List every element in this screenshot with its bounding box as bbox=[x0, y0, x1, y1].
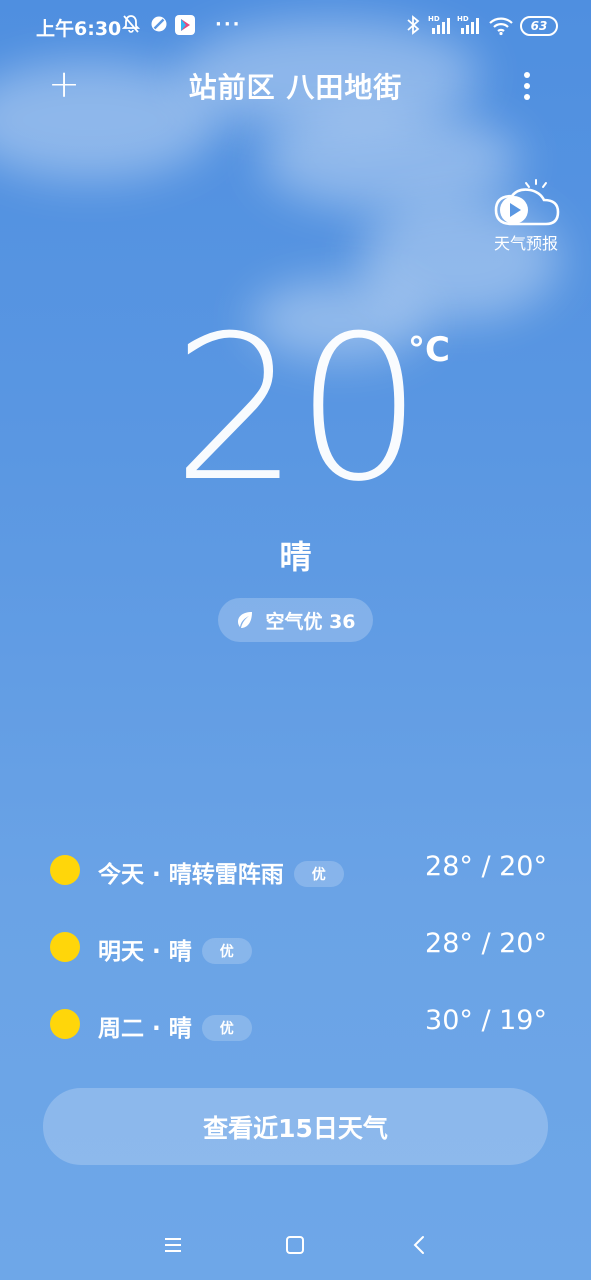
more-vertical-icon[interactable] bbox=[512, 68, 542, 104]
leaf-icon bbox=[238, 612, 253, 628]
sun-icon bbox=[50, 1009, 80, 1039]
mute-bell-icon bbox=[121, 14, 141, 39]
blocked-icon bbox=[150, 14, 168, 39]
forecast-aqi-badge: 优 bbox=[293, 861, 344, 887]
sun-icon bbox=[50, 855, 80, 885]
sun-icon bbox=[50, 932, 80, 962]
forecast-day-label: 明天 · 晴 bbox=[98, 939, 192, 965]
bluetooth-icon bbox=[406, 14, 420, 41]
forecast-day-label: 今天 · 晴转雷阵雨 bbox=[98, 862, 284, 888]
hd-signal-icon: HD bbox=[457, 14, 481, 41]
battery-icon: 63 bbox=[520, 16, 558, 36]
back-icon[interactable] bbox=[404, 1230, 434, 1260]
svg-text:HD: HD bbox=[457, 15, 469, 23]
weather-video-label: 天气预报 bbox=[493, 234, 558, 253]
air-quality-badge[interactable]: 空气优 36 bbox=[218, 598, 373, 642]
home-icon[interactable] bbox=[280, 1230, 310, 1260]
status-bar: 上午6:30 ··· HD HD 63 bbox=[0, 0, 591, 52]
forecast-day-label: 周二 · 晴 bbox=[98, 1016, 192, 1042]
menu-icon[interactable] bbox=[158, 1230, 188, 1260]
forecast-row-today[interactable]: 今天 · 晴转雷阵雨优 28° / 20° bbox=[0, 845, 591, 895]
play-store-icon bbox=[175, 14, 195, 41]
svg-text:HD: HD bbox=[428, 15, 440, 23]
forecast-aqi-badge: 优 bbox=[201, 1015, 252, 1041]
forecast-row-tomorrow[interactable]: 明天 · 晴优 28° / 20° bbox=[0, 922, 591, 972]
air-quality-text: 空气优 36 bbox=[265, 610, 356, 633]
system-navigation-bar bbox=[0, 1210, 591, 1280]
forecast-temperature-range: 30° / 19° bbox=[425, 1005, 547, 1036]
more-notifications: ··· bbox=[215, 14, 242, 35]
forecast-temperature-range: 28° / 20° bbox=[425, 928, 547, 959]
current-temperature: 20 bbox=[172, 293, 423, 526]
weather-video-button[interactable]: 天气预报 bbox=[488, 178, 564, 258]
view-15-day-forecast-button[interactable]: 查看近15日天气 bbox=[43, 1088, 548, 1165]
play-cloud-icon bbox=[494, 179, 560, 226]
forecast-aqi-badge: 优 bbox=[201, 938, 252, 964]
wifi-icon bbox=[488, 14, 514, 41]
location-title: 站前区 八田地街 bbox=[188, 71, 403, 104]
hd-signal-icon: HD bbox=[428, 14, 452, 41]
forecast-temperature-range: 28° / 20° bbox=[425, 851, 547, 882]
current-condition: 晴 bbox=[279, 538, 312, 576]
temperature-unit: °C bbox=[408, 330, 450, 370]
status-time: 上午6:30 bbox=[36, 18, 122, 40]
forecast-row-tuesday[interactable]: 周二 · 晴优 30° / 19° bbox=[0, 999, 591, 1049]
